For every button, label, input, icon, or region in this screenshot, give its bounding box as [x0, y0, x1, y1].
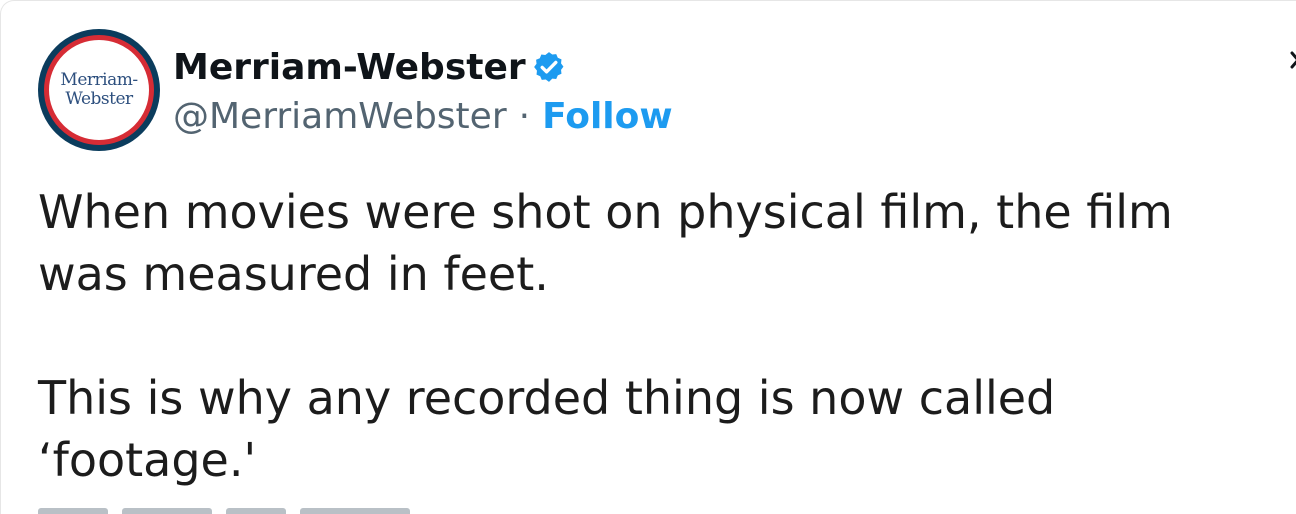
avatar-text-line2: Webster: [65, 89, 133, 109]
author-handle-row: @MerriamWebster · Follow: [173, 93, 673, 139]
separator-dot: ·: [518, 95, 531, 137]
avatar-text-line1: Merriam-: [60, 70, 138, 90]
tweet-line: was measured in feet.: [38, 247, 549, 301]
follow-button[interactable]: Follow: [542, 96, 673, 137]
tweet-card: Merriam- Webster Merriam-Webster @Merria…: [0, 0, 1296, 514]
merriam-webster-logo: Merriam- Webster: [44, 35, 154, 145]
tweet-line: ‘footage.': [38, 433, 257, 487]
author-display-name[interactable]: Merriam-Webster: [173, 47, 526, 88]
tweet-line: When movies were shot on physical film, …: [38, 185, 1173, 239]
avatar[interactable]: Merriam- Webster: [38, 29, 160, 151]
close-icon[interactable]: [1282, 31, 1296, 91]
author-name-row: Merriam-Webster: [173, 41, 566, 93]
tweet-text: When movies were shot on physical film, …: [38, 181, 1293, 491]
verified-badge-icon: [533, 52, 564, 82]
tweet-timestamp-cropped: [38, 507, 458, 514]
author-handle[interactable]: @MerriamWebster: [173, 96, 507, 137]
tweet-line: This is why any recorded thing is now ca…: [38, 371, 1056, 425]
